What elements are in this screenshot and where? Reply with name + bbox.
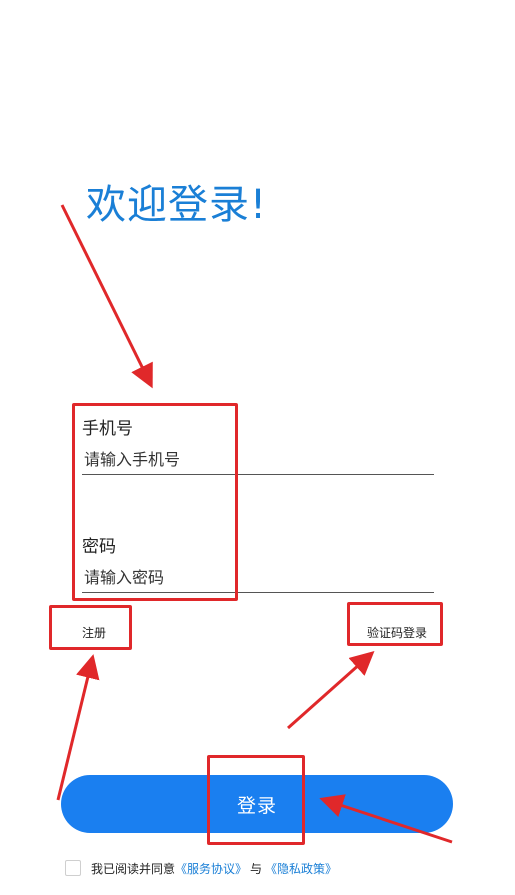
welcome-title: 欢迎登录! xyxy=(86,182,268,228)
agreement-prefix: 我已阅读并同意 xyxy=(91,861,176,876)
agreement-row: 我已阅读并同意 《服务协议》 与 《隐私政策》 xyxy=(65,858,337,878)
service-agreement-link[interactable]: 《服务协议》 xyxy=(175,860,247,877)
annotation-box-fields xyxy=(72,403,238,601)
arrow-to-code-login xyxy=(287,651,375,730)
agreement-joiner: 与 xyxy=(250,861,263,876)
agreement-checkbox[interactable] xyxy=(65,860,81,876)
annotation-box-code-login xyxy=(347,602,443,646)
arrow-to-fields xyxy=(60,204,153,389)
annotation-box-register xyxy=(49,605,132,650)
privacy-policy-link[interactable]: 《隐私政策》 xyxy=(265,860,337,877)
annotation-box-login xyxy=(207,755,305,845)
